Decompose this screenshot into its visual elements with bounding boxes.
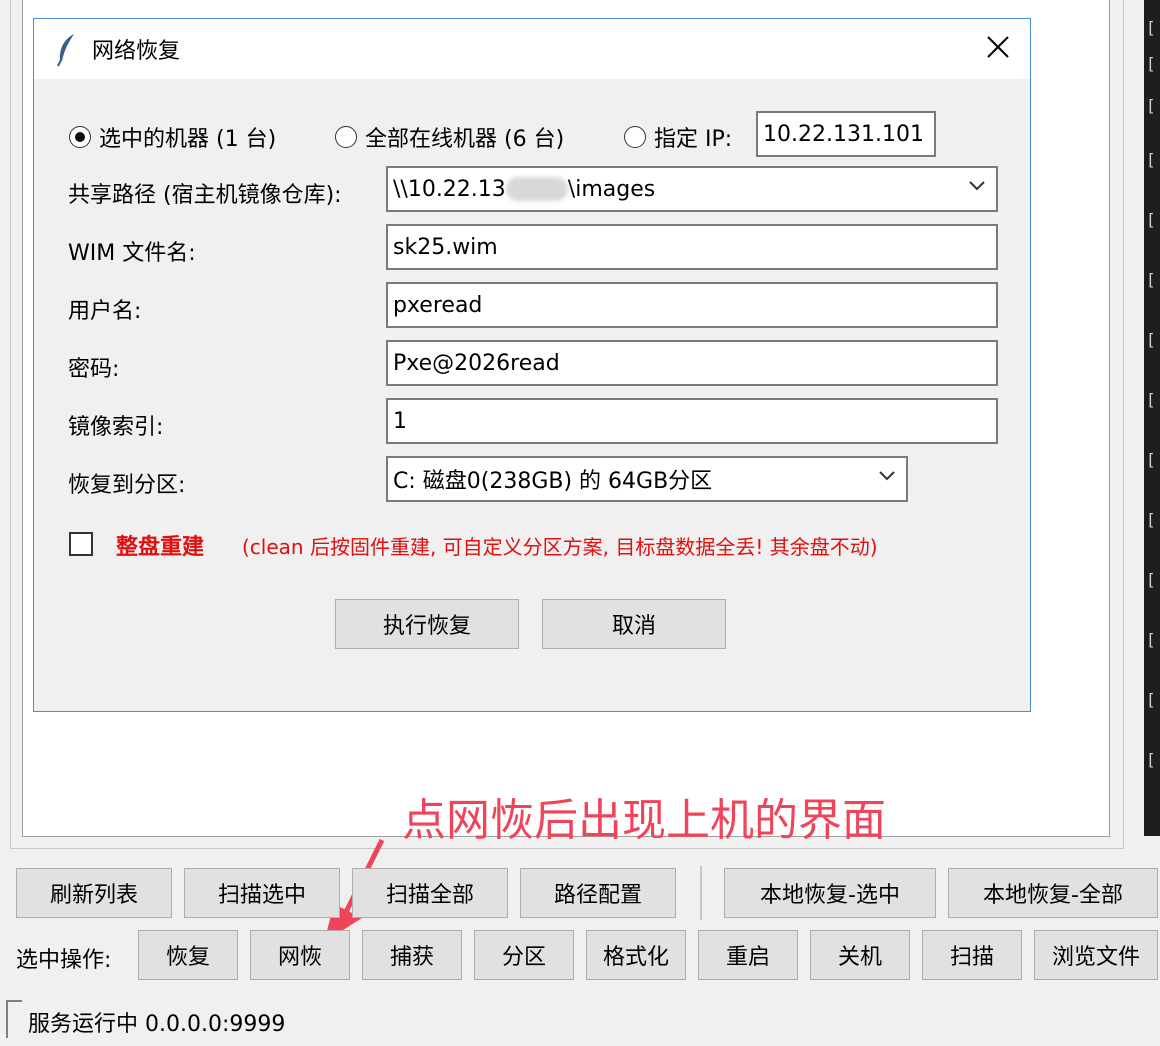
partition-combobox[interactable]: C: 磁盘0(238GB) 的 64GB分区 bbox=[386, 456, 908, 502]
dialog-titlebar: 网络恢复 bbox=[34, 19, 1030, 79]
scan-all-button[interactable]: 扫描全部 bbox=[352, 868, 508, 918]
radio-label: 指定 IP: bbox=[654, 127, 733, 152]
radio-all-online[interactable]: 全部在线机器 (6 台) bbox=[335, 121, 564, 153]
radio-label: 选中的机器 (1 台) bbox=[99, 127, 277, 152]
toolbar-separator bbox=[700, 866, 702, 920]
rebuild-disk-note: (clean 后按固件重建, 可自定义分区方案, 目标盘数据全丢! 其余盘不动) bbox=[242, 535, 878, 559]
chevron-down-icon bbox=[969, 181, 985, 191]
console-panel: [[[ [[[ [[[ [[[ [[ bbox=[1144, 0, 1160, 836]
share-path-combobox[interactable]: \\10.22.13 \images bbox=[386, 166, 998, 212]
feather-icon bbox=[57, 34, 74, 67]
share-path-label: 共享路径 (宿主机镜像仓库): bbox=[68, 183, 342, 208]
close-icon[interactable] bbox=[984, 33, 1012, 61]
restore-button[interactable]: 恢复 bbox=[138, 930, 238, 980]
username-input[interactable]: pxeread bbox=[386, 282, 998, 328]
refresh-list-button[interactable]: 刷新列表 bbox=[16, 868, 172, 918]
password-label: 密码: bbox=[68, 357, 120, 382]
share-path-prefix: \\10.22.13 bbox=[393, 176, 506, 202]
share-path-suffix: \images bbox=[567, 176, 656, 202]
network-restore-dialog: 网络恢复 选中的机器 (1 台) 全部在线机器 (6 台) 指定 IP: 10.… bbox=[33, 18, 1031, 712]
local-restore-all-button[interactable]: 本地恢复-全部 bbox=[948, 868, 1158, 918]
partition-value: C: 磁盘0(238GB) 的 64GB分区 bbox=[393, 469, 713, 494]
format-button[interactable]: 格式化 bbox=[586, 930, 686, 980]
wim-label: WIM 文件名: bbox=[68, 241, 196, 266]
radio-label: 全部在线机器 (6 台) bbox=[365, 127, 565, 152]
scan-selected-button[interactable]: 扫描选中 bbox=[184, 868, 340, 918]
partition-label: 恢复到分区: bbox=[68, 473, 186, 498]
image-index-label: 镜像索引: bbox=[68, 415, 164, 440]
browse-files-button[interactable]: 浏览文件 bbox=[1034, 930, 1158, 980]
password-input[interactable]: Pxe@2026read bbox=[386, 340, 998, 386]
username-label: 用户名: bbox=[68, 299, 142, 324]
status-bar: 服务运行中 0.0.0.0:9999 bbox=[6, 998, 1156, 1040]
rebuild-disk-checkbox[interactable] bbox=[69, 532, 93, 556]
selected-ops-label: 选中操作: bbox=[16, 948, 112, 973]
radio-indicator bbox=[624, 126, 646, 148]
cancel-button[interactable]: 取消 bbox=[542, 599, 726, 649]
status-text: 服务运行中 0.0.0.0:9999 bbox=[28, 1012, 286, 1037]
annotation-text: 点网恢后出现上机的界面 bbox=[402, 795, 886, 846]
status-bar-edge bbox=[6, 1000, 22, 1038]
execute-restore-button[interactable]: 执行恢复 bbox=[335, 599, 519, 649]
reboot-button[interactable]: 重启 bbox=[698, 930, 798, 980]
scan-button[interactable]: 扫描 bbox=[922, 930, 1022, 980]
radio-specified-ip[interactable]: 指定 IP: bbox=[624, 121, 732, 153]
shutdown-button[interactable]: 关机 bbox=[810, 930, 910, 980]
image-index-input[interactable]: 1 bbox=[386, 398, 998, 444]
radio-selected-machines[interactable]: 选中的机器 (1 台) bbox=[69, 121, 276, 153]
radio-indicator bbox=[335, 126, 357, 148]
chevron-down-icon bbox=[879, 471, 895, 481]
capture-button[interactable]: 捕获 bbox=[362, 930, 462, 980]
dialog-title: 网络恢复 bbox=[92, 39, 181, 64]
ip-input[interactable]: 10.22.131.101 bbox=[756, 111, 936, 157]
wim-input[interactable]: sk25.wim bbox=[386, 224, 998, 270]
redacted-blur bbox=[505, 177, 568, 201]
path-config-button[interactable]: 路径配置 bbox=[520, 868, 676, 918]
network-restore-button[interactable]: 网恢 bbox=[250, 930, 350, 980]
local-restore-selected-button[interactable]: 本地恢复-选中 bbox=[724, 868, 936, 918]
rebuild-disk-label: 整盘重建 bbox=[116, 535, 205, 560]
partition-button[interactable]: 分区 bbox=[474, 930, 574, 980]
radio-indicator bbox=[69, 126, 91, 148]
